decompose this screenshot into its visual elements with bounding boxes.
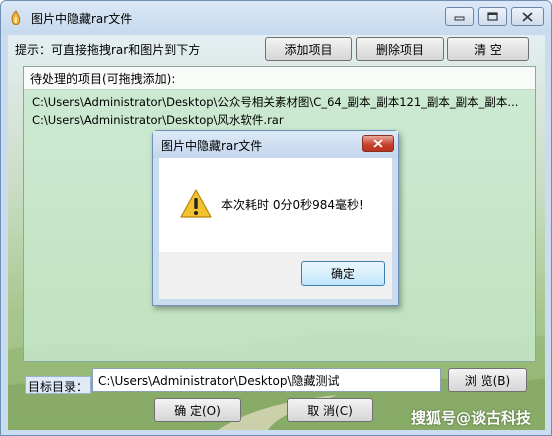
list-item[interactable]: C:\Users\Administrator\Desktop\公众号相关素材图\… [32, 94, 530, 110]
dialog-close-button[interactable] [362, 135, 394, 152]
hint-text: 提示：可直接拖拽rar和图片到下方 [15, 43, 201, 57]
cancel-button[interactable]: 取 消(C) [287, 398, 373, 422]
maximize-icon [487, 12, 498, 21]
target-dir-input[interactable]: C:\Users\Administrator\Desktop\隐藏测试 [92, 368, 441, 392]
list-item[interactable]: C:\Users\Administrator\Desktop\风水软件.rar [32, 112, 530, 128]
window-title: 图片中隐藏rar文件 [31, 12, 133, 26]
list-header: 待处理的项目(可拖拽添加): [24, 67, 535, 90]
maximize-button[interactable] [478, 7, 507, 26]
target-dir-label: 目标目录： [25, 376, 92, 394]
dialog-message: 本次耗时 0分0秒984毫秒! [221, 198, 364, 212]
close-icon [373, 139, 383, 148]
dialog-title: 图片中隐藏rar文件 [161, 139, 263, 153]
add-item-button[interactable]: 添加项目 [265, 37, 352, 61]
close-icon [522, 11, 533, 22]
app-icon [11, 10, 21, 25]
result-dialog: 图片中隐藏rar文件 本次耗时 0分0秒984毫秒! 确定 [152, 130, 399, 306]
ok-button[interactable]: 确 定(O) [154, 398, 241, 422]
close-button[interactable] [511, 7, 544, 26]
dialog-title-bar[interactable]: 图片中隐藏rar文件 [153, 131, 398, 158]
dialog-body: 本次耗时 0分0秒984毫秒! [159, 158, 392, 252]
warning-icon [180, 189, 212, 218]
dialog-ok-button[interactable]: 确定 [301, 261, 385, 286]
clear-button[interactable]: 清 空 [447, 37, 529, 61]
minimize-icon [454, 16, 465, 21]
minimize-button[interactable] [445, 7, 474, 26]
browse-button[interactable]: 浏 览(B) [448, 368, 527, 392]
delete-item-button[interactable]: 删除项目 [356, 37, 444, 61]
title-bar[interactable]: 图片中隐藏rar文件 [1, 1, 551, 35]
watermark: 搜狐号@谈古科技 [411, 409, 532, 427]
